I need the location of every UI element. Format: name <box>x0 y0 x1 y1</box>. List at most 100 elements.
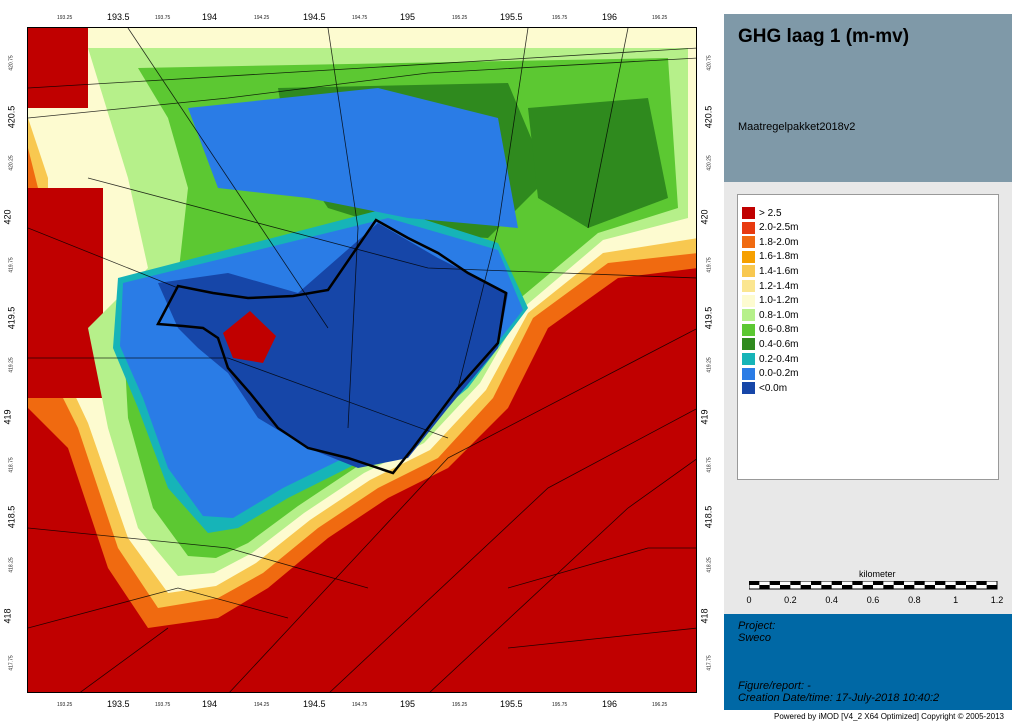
legend-label: 1.0-1.2m <box>759 295 799 307</box>
legend-swatch <box>742 207 755 219</box>
scale-segment <box>769 581 780 585</box>
axis-tick-label: 194.25 <box>254 15 270 21</box>
scale-segment <box>966 585 977 589</box>
map-sidebar: GHG laag 1 (m-mv) Maatregelpakket2018v2 … <box>724 14 1012 710</box>
scale-label: 0.2 <box>784 595 797 605</box>
legend-label: 0.2-0.4m <box>759 353 799 365</box>
legend-item: 1.4-1.6m <box>742 265 799 278</box>
axis-tick-label: 193.5 <box>107 12 130 22</box>
scale-segment <box>893 581 904 585</box>
axis-tick-label: 420.25 <box>8 155 15 171</box>
axis-tick-label: 194.75 <box>352 15 368 21</box>
footer-credit: Powered by iMOD [V4_2 X64 Optimized] Cop… <box>773 712 1004 721</box>
axis-tick-label: 420.5 <box>703 105 714 129</box>
groundwater-depth-map <box>28 28 696 692</box>
legend-label: <0.0m <box>759 382 788 394</box>
map-subtitle: Maatregelpakket2018v2 <box>738 121 856 133</box>
legend-item: 2.0-2.5m <box>742 221 798 234</box>
legend: > 2.5 2.0-2.5m 1.8-2.0m 1.6-1.8m 1.4-1.6m 1.2… <box>737 194 999 480</box>
scale-segment <box>883 585 894 589</box>
axis-tick-label: 417.75 <box>706 655 713 671</box>
axis-tick-label: 418.25 <box>706 557 713 573</box>
legend-label: 1.8-2.0m <box>759 236 799 248</box>
axis-tick-label: 195.75 <box>552 702 568 708</box>
scale-segment <box>759 585 770 589</box>
scale-segment <box>852 581 863 585</box>
axis-tick-label: 420.75 <box>8 55 15 71</box>
legend-swatch <box>742 236 755 249</box>
scale-label: 0.6 <box>866 595 880 605</box>
legend-swatch <box>742 353 755 365</box>
axis-tick-label: 419.25 <box>8 357 15 373</box>
axis-tick-label: 194.25 <box>254 702 270 708</box>
map-view[interactable] <box>27 27 697 693</box>
legend-item: 0.6-0.8m <box>742 323 799 336</box>
creation-datetime: Creation Date/time: 17-July-2018 10:40:2 <box>738 692 940 704</box>
title-panel: GHG laag 1 (m-mv) Maatregelpakket2018v2 <box>724 14 1012 182</box>
axis-tick-label: 193.5 <box>107 699 130 709</box>
legend-label: 1.6-1.8m <box>759 251 799 263</box>
axis-tick-label: 194.5 <box>303 12 326 22</box>
axis-tick-label: 196 <box>602 699 618 709</box>
axis-tick-label: 418 <box>699 608 710 624</box>
scale-segment <box>862 585 873 589</box>
axis-tick-label: 196.25 <box>652 702 668 708</box>
legend-swatch <box>742 323 755 336</box>
scale-segment <box>780 585 791 589</box>
legend-swatch <box>742 250 755 263</box>
scale-segment <box>986 585 997 589</box>
scale-segment <box>821 585 832 589</box>
axis-tick-label: 194.5 <box>303 699 326 709</box>
axis-tick-label: 419 <box>2 409 13 425</box>
scale-unit: kilometer <box>859 569 896 579</box>
legend-item: 1.8-2.0m <box>742 236 799 249</box>
axis-tick-label: 194.75 <box>352 702 368 708</box>
axis-tick-label: 196 <box>602 12 618 22</box>
depth-zone-west-deep <box>28 188 103 398</box>
scale-label: 0.8 <box>908 595 921 605</box>
legend-item: > 2.5 <box>742 207 782 219</box>
legend-swatch <box>742 338 755 351</box>
legend-item: 1.2-1.4m <box>742 280 798 292</box>
legend-item: 1.6-1.8m <box>742 250 799 263</box>
axis-tick-label: 195 <box>400 12 416 22</box>
project-label: Project: <box>738 620 776 632</box>
project-name: Sweco <box>738 632 772 644</box>
legend-item: 0.0-0.2m <box>742 367 799 380</box>
legend-item: <0.0m <box>742 382 788 395</box>
axis-tick-label: 418 <box>2 608 13 624</box>
axis-tick-label: 420.5 <box>6 105 17 129</box>
scale-segment <box>873 581 884 585</box>
legend-swatch <box>742 221 755 234</box>
axis-tick-label: 417.75 <box>8 655 15 671</box>
axis-tick-label: 420 <box>699 209 710 225</box>
scale-segment <box>945 585 956 589</box>
project-panel: Project: Sweco Figure/report: - Creation… <box>724 614 1012 710</box>
scale-segment <box>749 581 760 585</box>
legend-swatch <box>742 309 755 322</box>
scale-segment <box>790 581 801 585</box>
scale-segment <box>904 585 915 589</box>
axis-tick-label: 193.25 <box>57 702 73 708</box>
axis-tick-label: 193.75 <box>155 702 171 708</box>
axis-tick-label: 419.75 <box>706 257 713 273</box>
legend-swatch <box>742 280 755 292</box>
scale-segment <box>976 581 987 585</box>
legend-label: 1.4-1.6m <box>759 265 799 277</box>
legend-label: 1.2-1.4m <box>759 280 799 292</box>
legend-label: 0.4-0.6m <box>759 338 799 350</box>
scale-label: 0 <box>746 595 752 605</box>
scale-segment <box>842 585 853 589</box>
scale-segment <box>914 581 925 585</box>
legend-label: 0.6-0.8m <box>759 324 799 336</box>
scale-segment <box>831 581 842 585</box>
map-title: GHG laag 1 (m-mv) <box>738 26 910 47</box>
scale-segment <box>935 581 946 585</box>
scale-bar: kilometer 0 0.2 0.4 0.6 0.8 1 1.2 <box>746 569 1003 619</box>
legend-label: 0.0-0.2m <box>759 368 799 380</box>
axis-tick-label: 420.75 <box>706 55 713 71</box>
axis-tick-label: 196.25 <box>652 15 668 21</box>
axis-tick-label: 420 <box>2 209 13 225</box>
scale-segment <box>955 581 966 585</box>
legend-item: 0.2-0.4m <box>742 353 798 365</box>
